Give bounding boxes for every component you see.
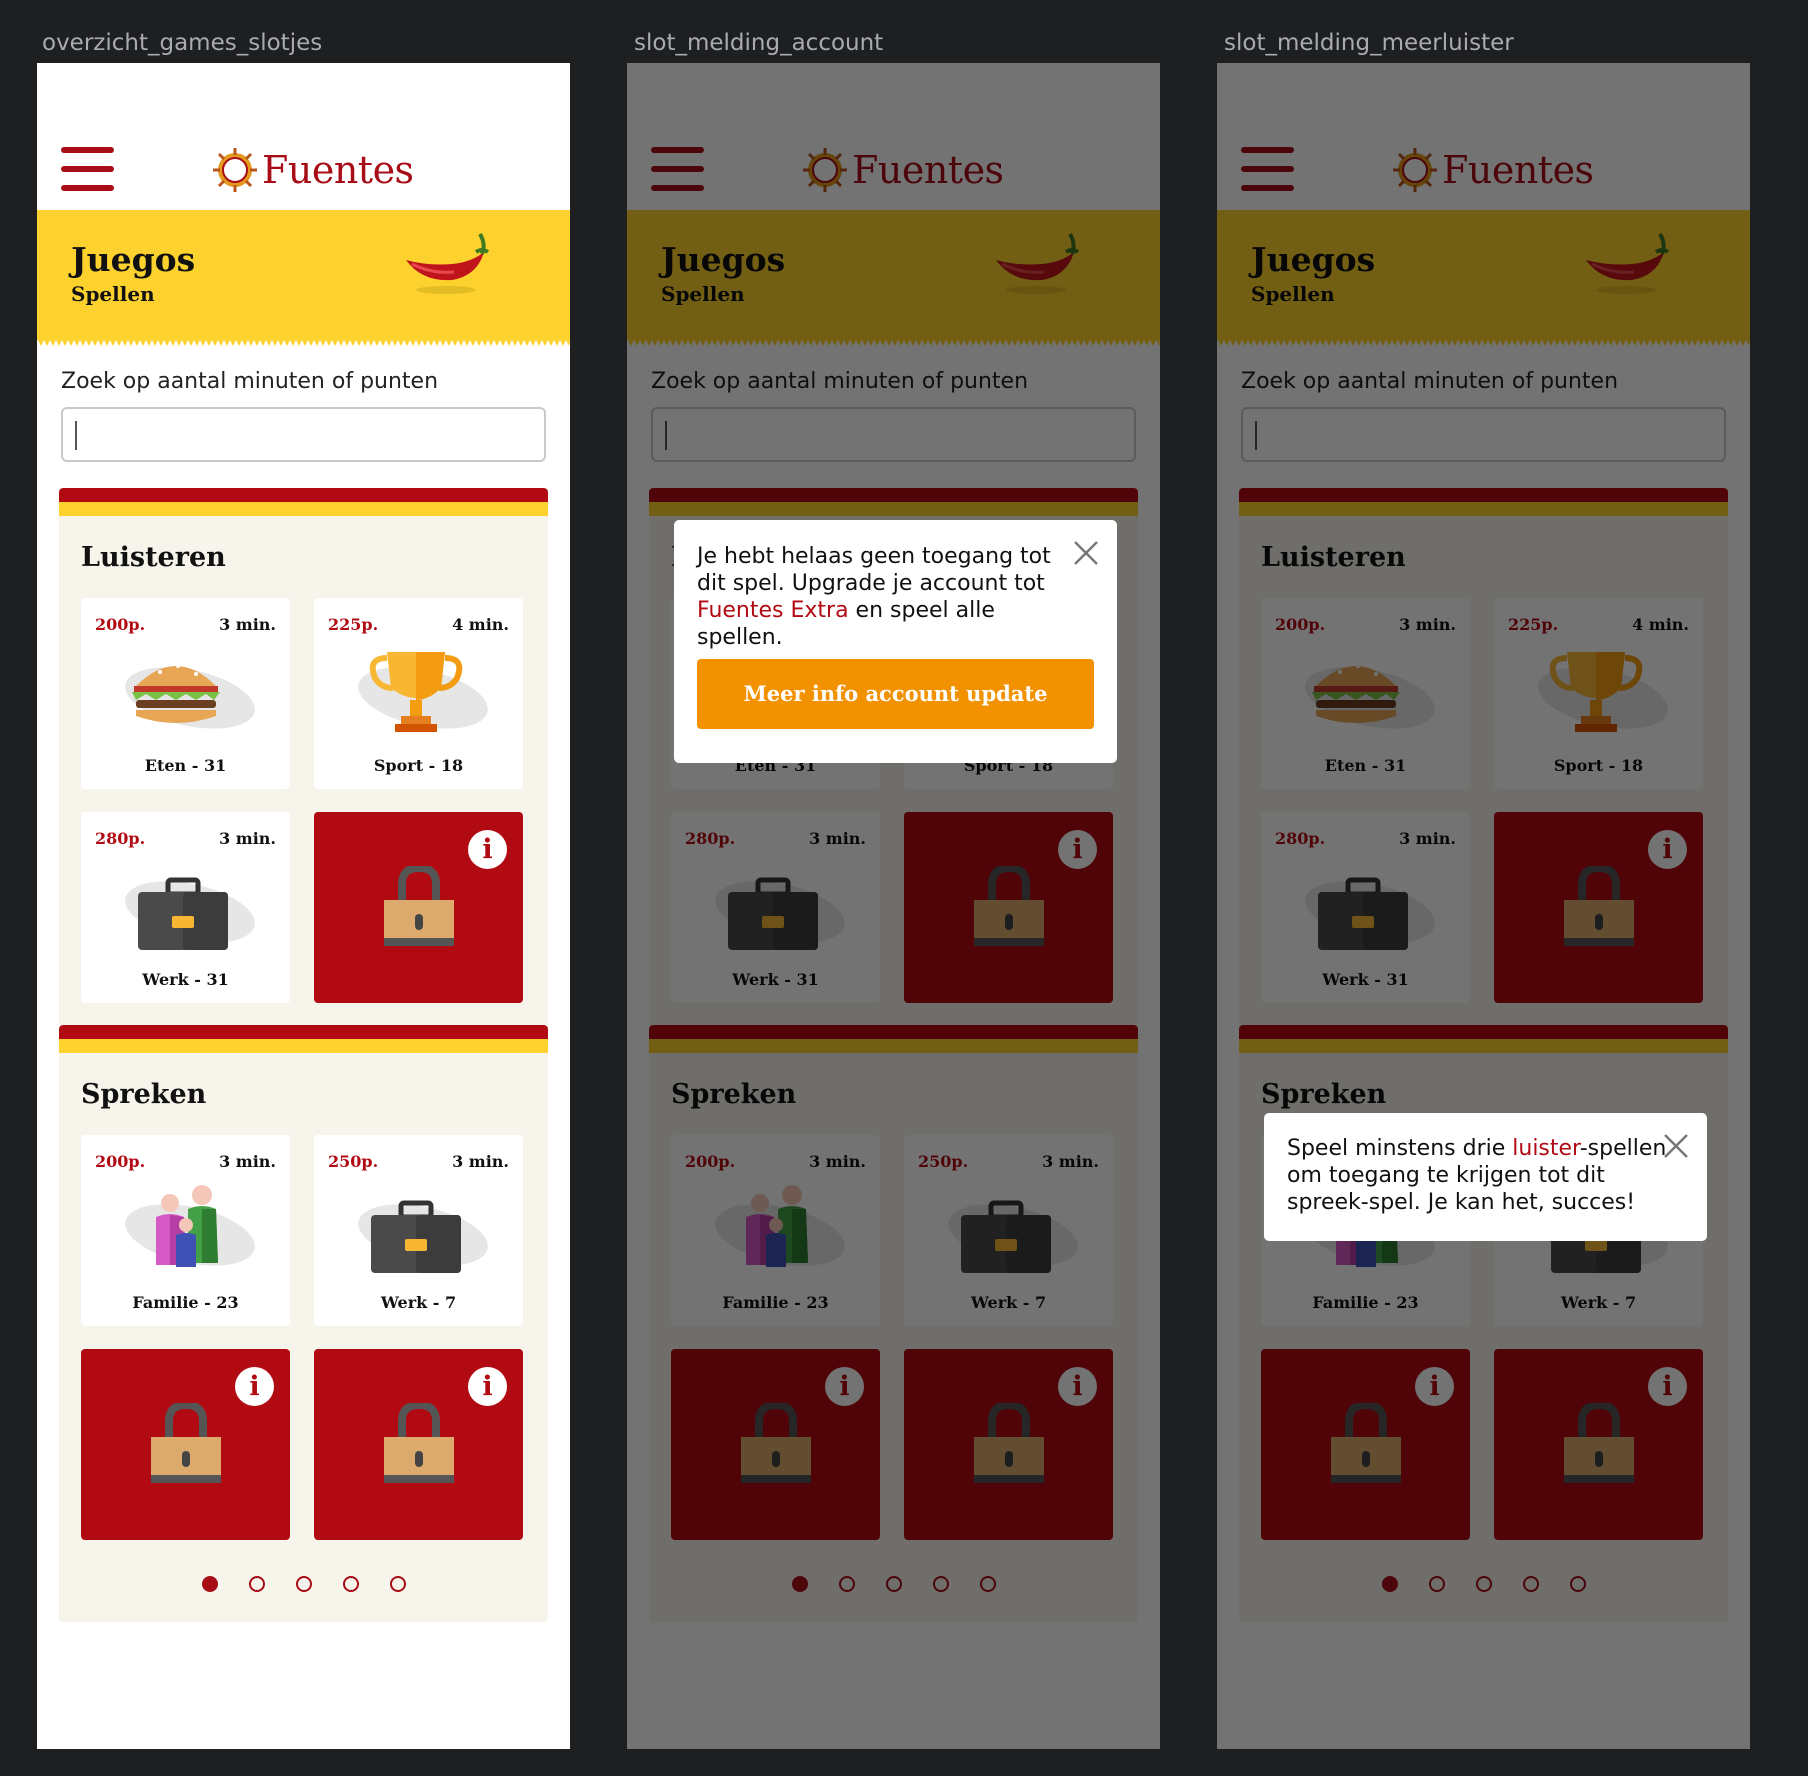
popup-message: Speel minstens drie luister-spellen om to… (1287, 1136, 1667, 1215)
chili-pepper-icon (406, 232, 490, 294)
text-caret (75, 421, 77, 450)
lock-icon (151, 1403, 221, 1483)
frame-label: overzicht_games_slotjes (42, 30, 323, 56)
card-name: Familie - 23 (132, 1293, 239, 1312)
close-icon[interactable] (1663, 1133, 1689, 1159)
account-update-button[interactable]: Meer info account update (697, 659, 1094, 729)
section-stripe-yellow (59, 1039, 548, 1053)
top-bar: Fuentes (37, 63, 570, 210)
pagination-dot[interactable] (295, 1576, 312, 1592)
dim-overlay[interactable] (627, 63, 1160, 1749)
pagination-dot[interactable] (201, 1576, 218, 1592)
phone-frame-listen-popup: Fuentes Juegos Spellen Zoek op aantal mi… (1217, 63, 1750, 1749)
info-icon[interactable]: i (468, 830, 507, 869)
dim-overlay[interactable] (1217, 63, 1750, 1749)
lock-icon (384, 866, 454, 946)
page-header: Juegos Spellen (37, 210, 570, 338)
card-minutes: 4 min. (452, 615, 509, 634)
lock-icon (384, 1403, 454, 1483)
card-name: Eten - 31 (144, 756, 227, 775)
briefcase-icon (358, 1200, 488, 1273)
section-title: Spreken (81, 1079, 207, 1110)
phone-frame-account-popup: Fuentes Juegos Spellen Zoek op aantal mi… (627, 63, 1160, 1749)
locked-game-card[interactable]: i (314, 812, 523, 1003)
brand-logo: Fuentes (212, 145, 414, 195)
card-points: 280p. (95, 829, 146, 848)
info-icon[interactable]: i (235, 1367, 274, 1406)
pagination-dot[interactable] (248, 1576, 265, 1592)
popup-message: Je hebt helaas geen toegang tot dit spel.… (697, 544, 1051, 650)
brand-name: Fuentes (262, 148, 414, 192)
account-upgrade-popup: Je hebt helaas geen toegang tot dit spel.… (674, 520, 1117, 763)
game-card[interactable]: 250p. 3 min. Werk - 7 (314, 1135, 523, 1326)
card-minutes: 3 min. (219, 829, 276, 848)
game-section-luisteren: Luisteren 200p. 3 min. Eten - 31 225p. 4 min… (59, 488, 548, 1085)
sun-logo-icon (213, 148, 257, 192)
card-points: 225p. (328, 615, 379, 634)
briefcase-icon (125, 877, 255, 950)
locked-game-card[interactable]: i (314, 1349, 523, 1540)
game-card[interactable]: 200p. 3 min. Eten - 31 (81, 598, 290, 789)
menu-icon[interactable] (61, 147, 114, 191)
pagination-dots (59, 1576, 548, 1592)
frame-label: slot_melding_meerluister (1224, 30, 1514, 56)
close-icon[interactable] (1073, 540, 1099, 566)
card-minutes: 3 min. (219, 615, 276, 634)
upgrade-link[interactable]: Fuentes Extra (697, 598, 849, 623)
card-name: Werk - 31 (142, 970, 229, 989)
burger-icon (125, 664, 255, 729)
game-card[interactable]: 280p. 3 min. Werk - 31 (81, 812, 290, 1003)
card-minutes: 3 min. (452, 1152, 509, 1171)
locked-game-card[interactable]: i (81, 1349, 290, 1540)
info-icon[interactable]: i (468, 1367, 507, 1406)
section-title: Luisteren (81, 542, 226, 573)
frame-label: slot_melding_account (634, 30, 884, 56)
section-stripe-yellow (59, 502, 548, 516)
search-label: Zoek op aantal minuten of punten (61, 369, 439, 394)
card-minutes: 3 min. (219, 1152, 276, 1171)
card-name: Sport - 18 (373, 756, 464, 775)
game-card[interactable]: 225p. 4 min. Sport - 18 (314, 598, 523, 789)
section-stripe-red (59, 488, 548, 502)
phone-frame-overview: Fuentes Juegos Spellen Zoek op aantal mi… (37, 63, 570, 1749)
page-title: Juegos (71, 240, 196, 279)
card-points: 200p. (95, 615, 146, 634)
page-subtitle: Spellen (71, 282, 155, 306)
pagination-dot[interactable] (342, 1576, 359, 1592)
card-points: 250p. (328, 1152, 379, 1171)
family-icon (125, 1185, 255, 1267)
section-stripe-red (59, 1025, 548, 1039)
zigzag-edge (37, 338, 570, 346)
listen-requirement-popup: Speel minstens drie luister-spellen om to… (1264, 1113, 1707, 1241)
trophy-icon (358, 652, 488, 732)
card-points: 200p. (95, 1152, 146, 1171)
card-name: Werk - 7 (380, 1293, 457, 1312)
pagination-dot[interactable] (389, 1576, 406, 1592)
game-card[interactable]: 200p. 3 min. Familie - 23 (81, 1135, 290, 1326)
game-section-spreken: Spreken 200p. 3 min. Familie - 23 250p. 3 mi… (59, 1025, 548, 1622)
search-input[interactable] (61, 407, 546, 462)
